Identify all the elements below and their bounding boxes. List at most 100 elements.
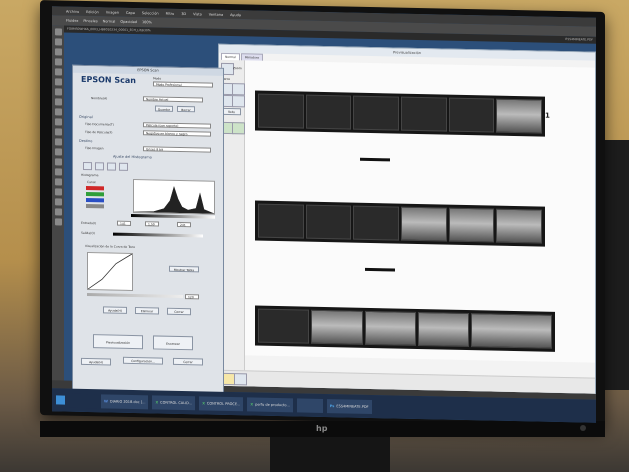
input-shadow-field[interactable]: 141	[117, 220, 131, 226]
channel-gray[interactable]	[86, 204, 104, 209]
dodge-tool-icon[interactable]	[54, 158, 62, 166]
taskbar-item-word[interactable]: W DIARIO 2018.doc [...	[101, 393, 149, 409]
menu-item-ayuda[interactable]: Ayuda	[230, 13, 241, 17]
color-tool-icon[interactable]	[119, 162, 128, 171]
taskbar-item-excel-3[interactable]: Xperfo de producto...	[247, 396, 293, 412]
film-type-select[interactable]: Negativo en blanco y negro	[143, 130, 211, 137]
histogram-close-button[interactable]: Cerrar	[167, 307, 191, 316]
histogram-delete-button[interactable]: Eliminar	[135, 307, 159, 315]
menu-item-vista[interactable]: Vista	[193, 12, 202, 16]
film-strip-1[interactable]	[255, 90, 545, 137]
film-strip-3[interactable]	[255, 305, 555, 352]
menu-item-3d[interactable]: 3D	[181, 12, 186, 16]
film-strip-2[interactable]	[255, 200, 545, 247]
stamp-tool-icon[interactable]	[54, 108, 62, 116]
brush-tool-icon[interactable]	[54, 98, 62, 106]
scan-button[interactable]: Escanear	[153, 335, 193, 351]
pen-tool-icon[interactable]	[54, 168, 62, 176]
taskbar-item-excel-1[interactable]: X CONTROL CALID...	[152, 394, 196, 410]
film-frame[interactable]	[258, 308, 310, 344]
marquee-tool-icon[interactable]	[54, 38, 62, 46]
config-select[interactable]: Nombre Actual	[143, 96, 203, 103]
shape-tool-icon[interactable]	[54, 198, 62, 206]
input-highlight-field[interactable]: 241	[177, 221, 191, 228]
blur-tool-icon[interactable]	[54, 148, 62, 156]
ie-icon[interactable]	[69, 393, 81, 408]
film-preview-area[interactable]: 1	[245, 60, 595, 363]
film-frame[interactable]	[364, 310, 416, 346]
hand-tool-icon[interactable]	[54, 208, 62, 216]
histogram-help-button[interactable]: Ayuda(H)	[103, 306, 127, 314]
eraser-tool-icon[interactable]	[54, 128, 62, 136]
save-config-button[interactable]: Guardar	[155, 105, 173, 112]
close-button[interactable]: Cerrar	[173, 357, 203, 366]
menu-item-edicion[interactable]: Edición	[86, 10, 99, 14]
taskbar-item-generic[interactable]	[296, 397, 323, 413]
lasso-tool-icon[interactable]	[54, 48, 62, 56]
channel-blue[interactable]	[86, 198, 104, 203]
output-value-field[interactable]: 120	[185, 294, 199, 300]
film-frame[interactable]	[305, 94, 352, 130]
film-frame[interactable]	[401, 206, 447, 242]
histogram-tool-icon[interactable]	[83, 161, 92, 171]
histogram-graph[interactable]	[133, 178, 215, 215]
film-frame[interactable]	[496, 208, 543, 244]
settings-icon[interactable]	[234, 373, 247, 386]
show-table-button[interactable]: Mostrar Tabla	[169, 265, 199, 273]
film-frame[interactable]	[258, 203, 304, 239]
curve-tool-icon[interactable]	[107, 162, 116, 171]
film-frame[interactable]	[311, 309, 363, 345]
levels-tool-icon[interactable]	[95, 162, 104, 171]
document-tab-right[interactable]: ESS4MINEATE.PDF	[565, 36, 593, 44]
option-fluidez[interactable]: Fluidez	[66, 19, 78, 23]
marquee-delete-button[interactable]	[232, 95, 245, 108]
configuration-button[interactable]: Configuración...	[123, 356, 163, 365]
preview-button[interactable]: Previsualización	[93, 334, 143, 350]
power-button[interactable]	[580, 425, 586, 431]
menu-item-capa[interactable]: Capa	[126, 10, 135, 14]
zoom-tool-icon[interactable]	[54, 218, 62, 226]
image-type-select[interactable]: Grises 8 bit	[143, 146, 211, 153]
taskbar-item-photoshop[interactable]: Ps ESS4MINEATE.PDF	[326, 398, 372, 414]
marquee-remove-button[interactable]	[232, 83, 245, 96]
option-mode[interactable]: Normal	[103, 19, 116, 23]
todo-button[interactable]: Todo	[222, 107, 241, 116]
magic-wand-tool-icon[interactable]	[54, 58, 62, 66]
history-brush-tool-icon[interactable]	[54, 118, 62, 126]
film-frame[interactable]	[471, 313, 552, 349]
film-frame[interactable]	[258, 93, 304, 129]
menu-item-imagen[interactable]: Imagen	[106, 10, 119, 14]
channel-green[interactable]	[86, 192, 104, 197]
film-frame[interactable]	[401, 96, 447, 132]
menu-item-filtro[interactable]: Filtro	[166, 11, 175, 15]
delete-config-button[interactable]: Borrar	[177, 105, 195, 113]
healing-tool-icon[interactable]	[54, 88, 62, 96]
film-frame[interactable]	[448, 207, 495, 243]
windows-start-icon[interactable]	[56, 395, 65, 405]
film-frame[interactable]	[353, 205, 400, 241]
mode-select[interactable]: Modo Profesional	[153, 81, 213, 88]
film-frame[interactable]	[305, 204, 352, 240]
help-button[interactable]: Ayuda(H)	[81, 357, 111, 366]
tone-curve-graph[interactable]	[87, 252, 133, 291]
input-gamma-field[interactable]: 1,50	[145, 221, 159, 227]
doc-type-select[interactable]: Película (con soporte)	[143, 122, 211, 129]
path-selection-tool-icon[interactable]	[54, 188, 62, 196]
output-slider[interactable]	[87, 293, 183, 299]
film-frame[interactable]	[496, 98, 543, 134]
film-frame[interactable]	[353, 95, 400, 131]
gradient-tool-icon[interactable]	[54, 138, 62, 146]
menu-item-archivo[interactable]: Archivo	[66, 9, 79, 13]
option-pinceles[interactable]: Pinceles	[83, 19, 97, 23]
film-frame[interactable]	[448, 97, 495, 133]
menu-item-seleccion[interactable]: Selección	[142, 11, 159, 15]
option-opacity-value[interactable]: 100%	[142, 20, 152, 24]
move-tool-icon[interactable]	[54, 28, 62, 36]
rotate-right-icon[interactable]	[232, 122, 245, 135]
eyedropper-tool-icon[interactable]	[54, 78, 62, 86]
menu-item-ventana[interactable]: Ventana	[209, 12, 223, 16]
type-tool-icon[interactable]	[54, 178, 62, 186]
crop-tool-icon[interactable]	[54, 68, 62, 76]
film-frame[interactable]	[417, 311, 470, 348]
channel-red[interactable]	[86, 186, 104, 191]
